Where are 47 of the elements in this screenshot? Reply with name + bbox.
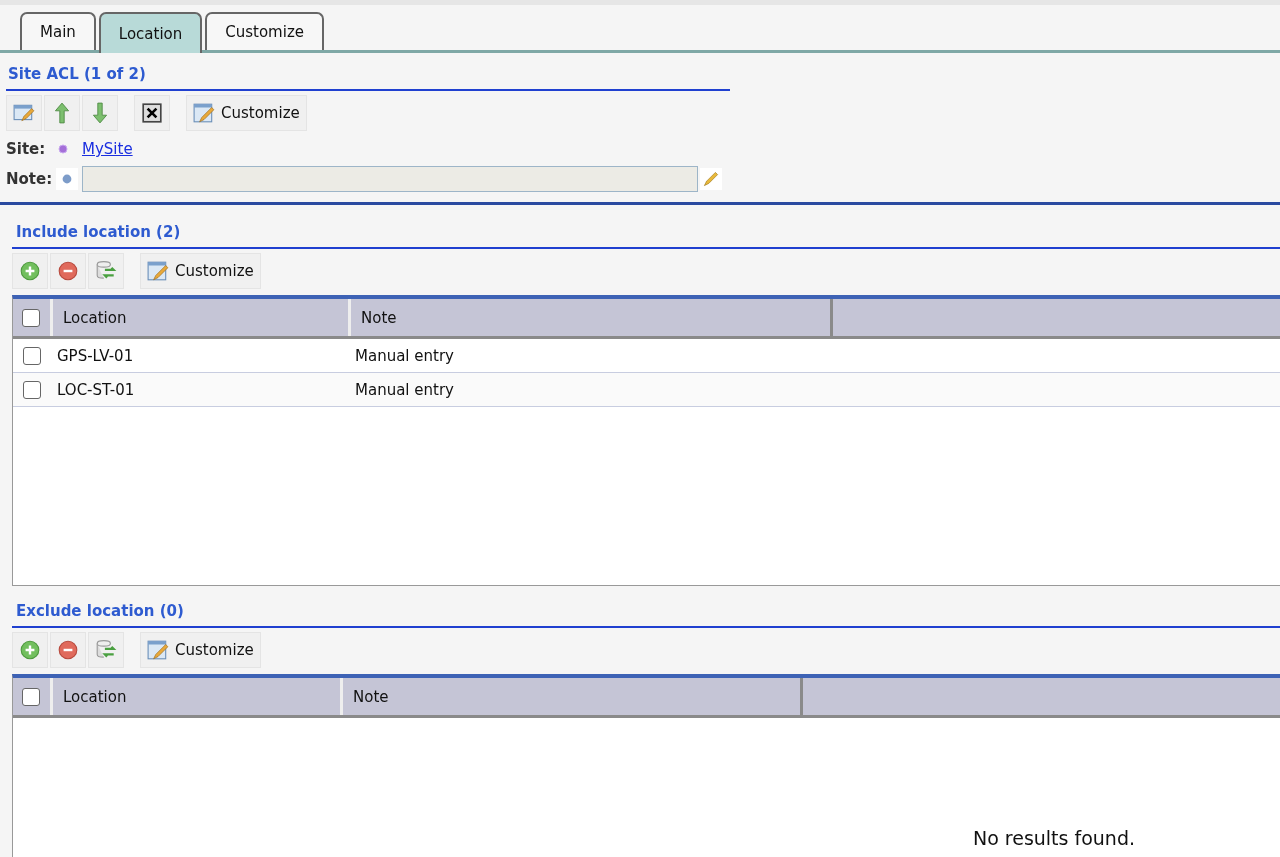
table-cell-text: Manual entry [354, 345, 455, 367]
row-checkbox[interactable] [23, 380, 41, 399]
column-header[interactable]: Location [53, 299, 351, 336]
database-refresh-icon [95, 639, 117, 661]
move-down-button[interactable] [82, 95, 118, 131]
remove-button[interactable] [50, 253, 86, 289]
note-input-field[interactable] [82, 166, 698, 192]
pencil-icon[interactable] [700, 168, 722, 190]
window-pencil-icon [13, 102, 35, 124]
remove-button[interactable] [50, 632, 86, 668]
delete-button[interactable] [134, 95, 170, 131]
table-cell-text: Manual entry [354, 379, 455, 401]
plus-icon [19, 639, 41, 661]
section-title: Include location (2) [15, 222, 182, 243]
tab[interactable]: Location [98, 12, 203, 53]
tab[interactable]: Customize [205, 12, 324, 50]
window-pencil-icon [147, 639, 169, 661]
customize-button[interactable]: Customize [140, 253, 261, 289]
plus-icon [19, 260, 41, 282]
minus-icon [57, 260, 79, 282]
table-cell-text: LOC-ST-01 [56, 379, 136, 401]
refresh-button[interactable] [88, 632, 124, 668]
section-title: Exclude location (0) [15, 601, 185, 622]
close-icon [141, 102, 163, 124]
select-all-checkbox[interactable] [22, 308, 40, 327]
customize-button[interactable]: Customize [186, 95, 307, 131]
section-title: Site ACL (1 of 2) [7, 64, 147, 85]
status-dot-icon [58, 144, 68, 154]
column-header[interactable]: Location [53, 678, 343, 715]
minus-icon [57, 639, 79, 661]
database-refresh-icon [95, 260, 117, 282]
add-button[interactable] [12, 632, 48, 668]
tab[interactable]: Main [20, 12, 96, 50]
info-icon [56, 168, 78, 190]
window-pencil-icon [193, 102, 215, 124]
edit-button[interactable] [6, 95, 42, 131]
empty-message: No results found. [972, 827, 1135, 849]
window-pencil-icon [147, 260, 169, 282]
add-button[interactable] [12, 253, 48, 289]
row-checkbox[interactable] [23, 346, 41, 365]
customize-button[interactable]: Customize [140, 632, 261, 668]
refresh-button[interactable] [88, 253, 124, 289]
site-link[interactable]: MySite [82, 140, 133, 158]
table-cell-text: GPS-LV-01 [56, 345, 135, 367]
select-all-checkbox[interactable] [22, 687, 40, 706]
move-up-button[interactable] [44, 95, 80, 131]
site-label: Site: [6, 140, 47, 158]
